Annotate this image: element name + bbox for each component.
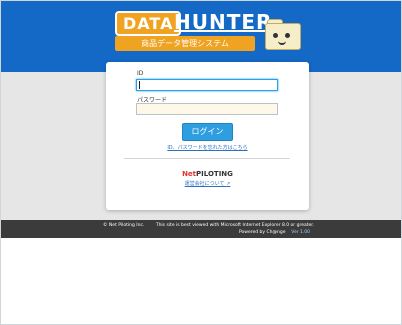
footer-line-1: © Net Piloting Inc. This site is best vi… (103, 223, 314, 228)
logo-word: HUNTER (174, 10, 273, 34)
footer-line-2: Powered by Ch@nge Ver 1.00 (239, 230, 310, 235)
logo-subtitle: 商品データ管理システム (115, 36, 255, 51)
version-text: Ver 1.00 (291, 230, 311, 235)
page-bottom-area (1, 238, 401, 324)
net-piloting-logo-prefix: Net (182, 170, 197, 178)
logo-badge: DATA (115, 11, 182, 36)
browser-note: This site is best viewed with Microsoft … (155, 223, 315, 228)
footer-bar: © Net Piloting Inc. This site is best vi… (1, 220, 401, 238)
net-piloting-logo: NetPILOTING (106, 170, 309, 178)
forgot-credentials-link[interactable]: ID、パスワードを忘れた方はこちら (106, 144, 309, 151)
id-input[interactable] (136, 79, 278, 91)
id-label: ID (137, 70, 144, 77)
login-button[interactable]: ログイン (182, 123, 233, 141)
powered-by-text: Powered by Ch@nge (239, 230, 286, 235)
divider (124, 158, 290, 159)
about-company-link[interactable]: 運営会社について ↗ (106, 180, 309, 187)
about-company-text: 運営会社について (184, 181, 225, 187)
browser-frame: DATA HUNTER 商品データ管理システム ID パスワード ログイン ID… (0, 0, 402, 325)
password-input[interactable] (136, 103, 278, 115)
net-piloting-logo-rest: PILOTING (196, 170, 233, 178)
copyright-text: © Net Piloting Inc. (103, 223, 145, 228)
external-link-icon: ↗ (226, 181, 231, 187)
login-card: ID パスワード ログイン ID、パスワードを忘れた方はこちら NetPILOT… (106, 62, 309, 210)
folder-mascot-icon (265, 19, 301, 50)
text-caret (139, 81, 140, 89)
